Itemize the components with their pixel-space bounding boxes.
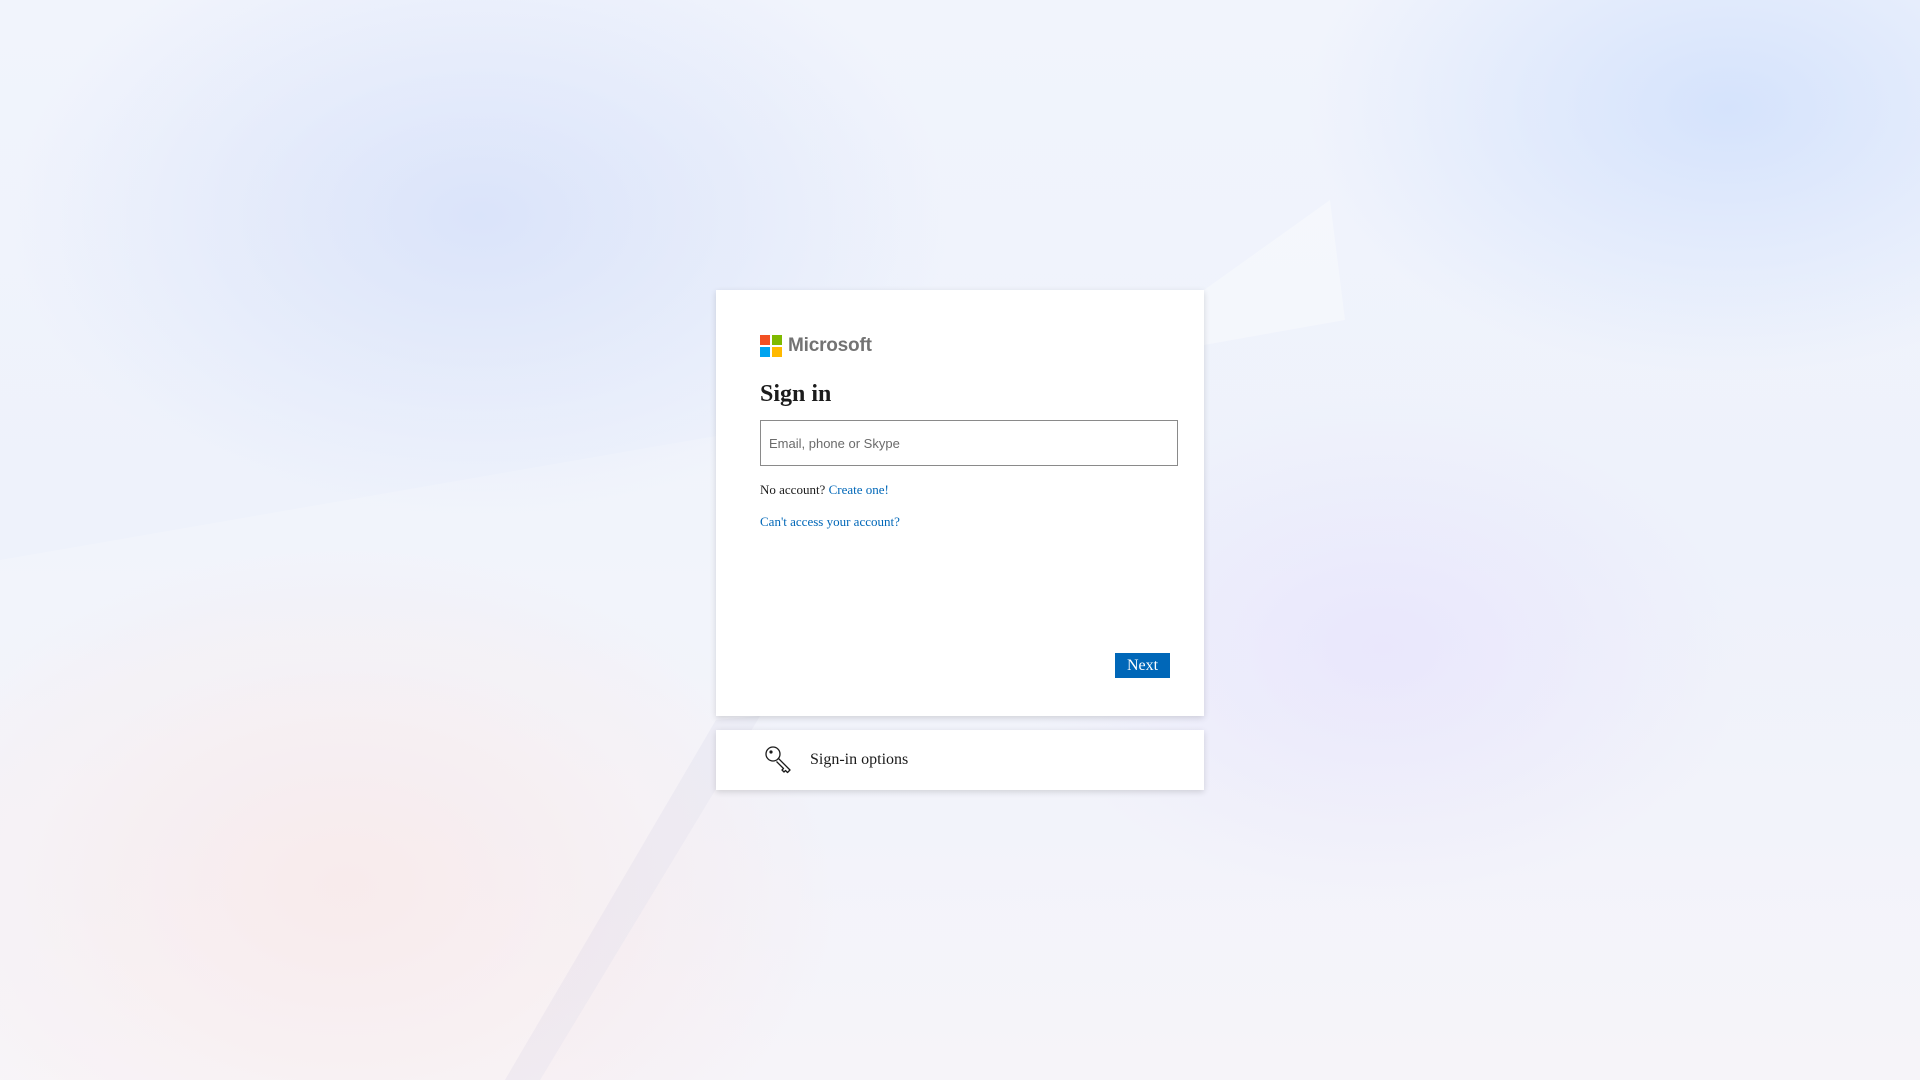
signin-card: Microsoft Sign in No account? Create one… xyxy=(716,290,1204,716)
key-icon xyxy=(765,746,791,774)
signin-options-label: Sign-in options xyxy=(810,751,909,768)
no-account-text: No account? xyxy=(760,482,826,497)
logo-square-red xyxy=(760,335,770,345)
microsoft-logo-icon xyxy=(760,335,782,357)
page-title: Sign in xyxy=(760,381,832,407)
next-button[interactable]: Next xyxy=(1115,653,1170,678)
no-account-line: No account? Create one! xyxy=(760,482,1178,498)
cant-access-line: Can't access your account? xyxy=(760,514,1178,530)
signin-options-button[interactable]: Sign-in options xyxy=(716,730,1204,790)
cant-access-account-link[interactable]: Can't access your account? xyxy=(760,514,900,529)
logo-text: Microsoft xyxy=(788,335,872,356)
logo-square-yellow xyxy=(772,347,782,357)
logo-square-green xyxy=(772,335,782,345)
logo-square-blue xyxy=(760,347,770,357)
email-field-container xyxy=(760,420,1178,466)
create-account-link[interactable]: Create one! xyxy=(829,482,889,497)
email-field[interactable] xyxy=(761,421,1177,465)
microsoft-logo: Microsoft xyxy=(760,334,1178,358)
